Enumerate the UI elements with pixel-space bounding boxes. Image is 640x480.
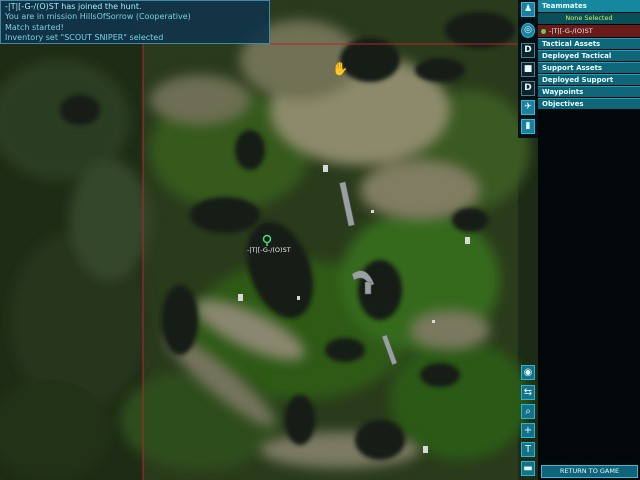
selection-status: None Selected [538, 13, 640, 24]
center-icon[interactable]: ◉ [521, 365, 535, 380]
zoom-icon[interactable]: ⌕ [521, 404, 535, 419]
vehicle-icon[interactable]: ▬ [521, 461, 535, 476]
objective-icon[interactable]: ▮ [521, 119, 535, 134]
menu-tactical-assets[interactable]: Tactical Assets [538, 38, 640, 49]
menu-objectives[interactable]: Objectives [538, 98, 640, 109]
chat-line: You are in mission HillsOfSorrow (Cooper… [5, 12, 191, 22]
chat-log: -|T|[-G-/(O)ST has joined the hunt. You … [0, 0, 270, 44]
menu-deployed-tactical[interactable]: Deployed Tactical [538, 50, 640, 61]
menu-deployed-support[interactable]: Deployed Support [538, 74, 640, 85]
waypoint-icon[interactable]: ✈ [521, 100, 535, 115]
player-map-label: -|T|[-G-/(O)ST [247, 246, 291, 254]
target-icon[interactable]: ◎ [521, 23, 535, 38]
menu-waypoints[interactable]: Waypoints [538, 86, 640, 97]
move-icon[interactable]: ⇆ [521, 385, 535, 400]
deploy-support-icon[interactable]: D [521, 81, 535, 96]
player-icon[interactable]: ♟ [521, 2, 535, 17]
text-icon[interactable]: T [521, 442, 535, 457]
category-icon-bar: ♟ ◎ D ■ D ✈ ▮ [518, 0, 538, 138]
chat-line: -|T|[-G-/(O)ST has joined the hunt. [5, 2, 142, 11]
deployable-icon[interactable]: D [521, 43, 535, 58]
crosshair-icon[interactable]: + [521, 423, 535, 438]
map-tools: ◉ ⇆ ⌕ + T ▬ [518, 362, 538, 480]
player-status-icon [541, 28, 546, 34]
menu-support-assets[interactable]: Support Assets [538, 62, 640, 73]
turret-icon[interactable]: ■ [521, 62, 535, 77]
chat-line: Match started! [5, 22, 64, 32]
command-panel: Teammates None Selected -|T|[-G-/(O)ST T… [538, 0, 640, 480]
hand-cursor-icon: ✋ [332, 62, 349, 77]
teammates-header[interactable]: Teammates [538, 0, 640, 12]
chat-line: Inventory set "SCOUT SNIPER" selected [5, 32, 164, 42]
teammate-row[interactable]: -|T|[-G-/(O)ST [538, 25, 640, 37]
teammate-name: -|T|[-G-/(O)ST [549, 27, 593, 35]
return-to-game-button[interactable]: RETURN TO GAME [541, 465, 638, 478]
